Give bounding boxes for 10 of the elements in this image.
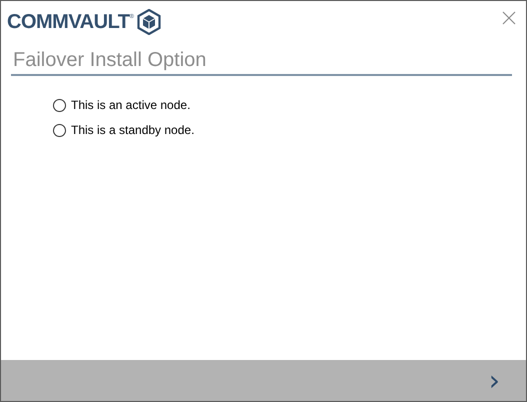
cube-logo-icon [137,9,162,35]
radio-button[interactable] [53,98,66,112]
close-button[interactable] [500,9,518,27]
radio-button[interactable] [53,124,66,136]
close-icon [502,11,516,25]
radio-label[interactable]: This is an active node. [71,98,190,112]
radio-label[interactable]: This is a standby node. [71,123,194,137]
page-heading: Failover Install Option [11,49,512,76]
next-button[interactable]: › [484,366,504,394]
logo-text: COMMVAULT$^{®}$ [7,10,134,34]
